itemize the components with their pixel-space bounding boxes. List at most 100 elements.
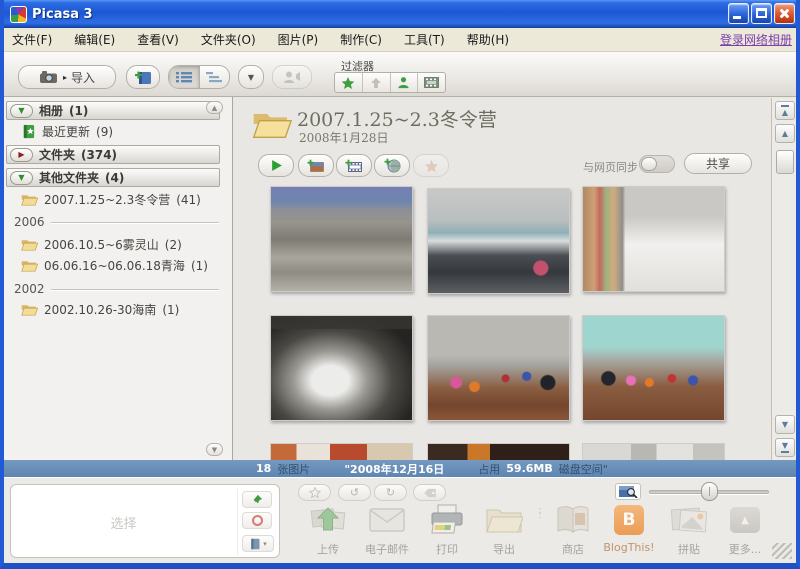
rotate-left-button[interactable]: ↺ — [338, 484, 371, 501]
menu-edit[interactable]: 编辑(E) — [74, 31, 115, 48]
add-photos-button[interactable] — [298, 154, 334, 177]
tag-icon — [423, 488, 437, 498]
shop-button[interactable]: 商店 — [544, 502, 602, 557]
hold-selection-button[interactable] — [242, 491, 272, 508]
email-button[interactable]: 电子邮件 — [358, 502, 416, 557]
tray-buttons-column: ▾ — [237, 489, 275, 555]
photo-thumbnail-5[interactable] — [427, 315, 570, 421]
picasa-window: Picasa 3 文件(F) 编辑(E) 查看(V) 文件夹(O) 图片(P) … — [0, 0, 800, 569]
blogger-icon: B — [600, 502, 658, 538]
collapse-albums-icon[interactable]: ▼ — [10, 104, 33, 118]
filter-faces-button[interactable] — [390, 73, 418, 92]
filter-uploaded-button[interactable] — [362, 73, 390, 92]
scroll-to-top-button[interactable]: ▲ — [775, 101, 795, 120]
flat-view-button[interactable] — [169, 66, 199, 88]
filter-movies-button[interactable] — [417, 73, 445, 92]
thumbnail-size-button[interactable] — [615, 483, 641, 500]
expand-folders-icon[interactable]: ▶ — [10, 148, 33, 162]
content-scrollbar[interactable]: ▲ ▲ ▼ ▼ — [771, 98, 797, 460]
add-to-album-button[interactable]: ▾ — [242, 535, 274, 552]
blogthis-button[interactable]: B BlogThis! — [600, 502, 658, 554]
sidebar-item-folder-qinghai[interactable]: 06.06.16~06.06.18青海 (1) — [21, 257, 208, 274]
year-separator-2006: 2006 — [14, 215, 219, 229]
web-albums-login-link[interactable]: 登录网络相册 — [720, 31, 792, 48]
sidebar-item-folder-2007[interactable]: 2007.1.25~2.3冬令营 (41) — [21, 191, 201, 208]
sidebar-scroll-down-button[interactable]: ▼ — [206, 443, 223, 456]
photo-thumbnail-4[interactable] — [270, 315, 413, 421]
selection-tray[interactable]: 选择 ▾ — [10, 484, 280, 558]
scroll-up-button[interactable]: ▲ — [775, 124, 795, 143]
upload-icon — [299, 502, 357, 538]
photo-thumbnail-9[interactable] — [582, 443, 725, 460]
photo-thumbnail-8[interactable] — [427, 443, 570, 460]
menu-tools[interactable]: 工具(T) — [404, 31, 445, 48]
photo-thumbnail-2[interactable] — [427, 188, 570, 294]
star-photo-button[interactable] — [413, 154, 449, 177]
upload-button[interactable]: 上传 — [299, 502, 357, 557]
share-button[interactable]: 共享 — [684, 153, 752, 174]
title-bar[interactable]: Picasa 3 — [0, 0, 800, 28]
sidebar-item-folder-wulingshan[interactable]: 2006.10.5~6雾灵山 (2) — [21, 236, 182, 253]
more-button[interactable]: ▲ 更多... — [716, 502, 774, 557]
filter-group — [334, 72, 446, 93]
star-button[interactable] — [298, 484, 331, 501]
add-photo-icon — [307, 159, 325, 173]
close-button[interactable] — [774, 3, 795, 24]
menu-picture[interactable]: 图片(P) — [278, 31, 319, 48]
slideshow-button[interactable] — [258, 154, 294, 177]
year-rule — [51, 222, 219, 223]
add-web-button[interactable] — [374, 154, 410, 177]
sidebar-item-recent[interactable]: 最近更新 (9) — [21, 123, 113, 140]
web-sync-toggle[interactable] — [639, 155, 675, 173]
print-button[interactable]: 打印 — [418, 502, 476, 557]
add-album-button[interactable] — [126, 65, 160, 89]
scrollbar-thumb[interactable] — [776, 150, 794, 174]
recent-label: 最近更新 — [42, 123, 90, 140]
tag-button[interactable] — [413, 484, 446, 501]
filter-starred-button[interactable] — [335, 73, 362, 92]
import-button[interactable]: ▸ 导入 — [18, 65, 116, 89]
play-icon — [270, 159, 283, 172]
people-icon — [282, 70, 302, 84]
folder-icon-large — [252, 108, 292, 140]
blogthis-label: BlogThis! — [603, 541, 654, 554]
add-album-icon — [134, 70, 153, 85]
menu-help[interactable]: 帮助(H) — [467, 31, 509, 48]
minimize-button[interactable] — [728, 3, 749, 24]
menu-create[interactable]: 制作(C) — [340, 31, 382, 48]
clear-selection-button[interactable] — [242, 512, 272, 529]
scroll-to-bottom-button[interactable]: ▼ — [775, 438, 795, 457]
other-folders-section-header[interactable]: ▼ 其他文件夹 (4) — [6, 168, 220, 187]
albums-section-header[interactable]: ▼ 相册 (1) — [6, 101, 220, 120]
photo-thumbnail-7[interactable] — [270, 443, 413, 460]
photo-thumbnail-6[interactable] — [582, 315, 725, 421]
menu-folder[interactable]: 文件夹(O) — [201, 31, 256, 48]
sidebar-item-folder-hainan[interactable]: 2002.10.26-30海南 (1) — [21, 301, 179, 318]
export-button[interactable]: 导出 — [475, 502, 533, 557]
menu-view[interactable]: 查看(V) — [137, 31, 179, 48]
collapse-other-folders-icon[interactable]: ▼ — [10, 171, 33, 185]
photo-thumbnail-3[interactable] — [582, 186, 725, 292]
photo-thumbnail-1[interactable] — [270, 186, 413, 292]
person-icon — [397, 76, 410, 89]
disk-used-label: 占用 — [478, 461, 500, 477]
folders-section-header[interactable]: ▶ 文件夹 (374) — [6, 145, 220, 164]
folder-title[interactable]: 2007.1.25~2.3冬令营 — [297, 105, 497, 132]
add-movie-button[interactable] — [336, 154, 372, 177]
rotate-right-button[interactable]: ↻ — [374, 484, 407, 501]
printer-icon — [418, 502, 476, 538]
other-folders-header-label: 其他文件夹 — [39, 169, 99, 186]
maximize-button[interactable] — [751, 3, 772, 24]
collage-button[interactable]: 拼贴 — [660, 502, 718, 557]
scroll-down-button[interactable]: ▼ — [775, 415, 795, 434]
folder-label: 2006.10.5~6雾灵山 — [44, 236, 159, 253]
people-view-button[interactable] — [272, 65, 312, 89]
menu-file[interactable]: 文件(F) — [12, 31, 52, 48]
resize-grip[interactable] — [772, 543, 792, 559]
year-label: 2006 — [14, 215, 45, 229]
thumbnail-zoom-slider-knob[interactable] — [701, 482, 718, 501]
sidebar-scroll-up-button[interactable]: ▲ — [206, 101, 223, 114]
tree-view-button[interactable] — [199, 66, 230, 88]
arrow-up-icon: ▲ — [782, 108, 788, 117]
view-options-dropdown[interactable]: ▼ — [238, 65, 264, 89]
